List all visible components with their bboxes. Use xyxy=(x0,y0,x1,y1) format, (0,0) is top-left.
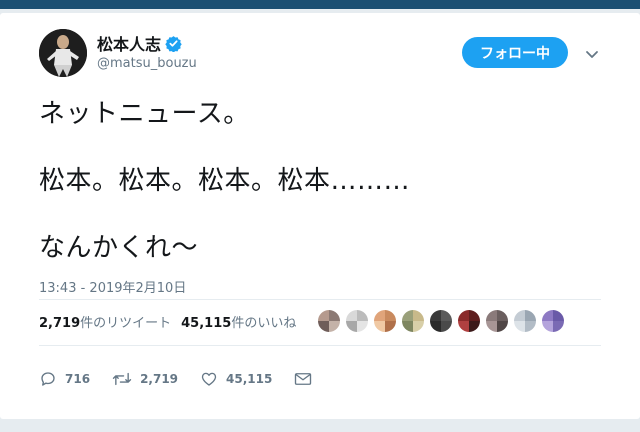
divider xyxy=(39,345,601,346)
like-button[interactable]: 45,115 xyxy=(200,370,272,388)
envelope-icon xyxy=(294,371,312,387)
heart-icon xyxy=(200,370,218,388)
like-count: 45,115 xyxy=(226,372,273,386)
engagement-stats: 2,719件のリツイート 45,115件のいいね xyxy=(39,312,296,331)
tweet-timestamp[interactable]: 13:43 - 2019年2月10日 xyxy=(39,277,186,296)
user-handle[interactable]: @matsu_bouzu xyxy=(97,56,197,71)
divider xyxy=(39,299,601,300)
retweet-button[interactable]: 2,719 xyxy=(112,370,178,388)
follow-button[interactable]: フォロー中 xyxy=(462,37,568,68)
retweet-count: 2,719 xyxy=(140,372,179,386)
liker-avatar[interactable] xyxy=(374,310,396,332)
display-name-text: 松本人志 xyxy=(97,35,162,54)
reply-count: 716 xyxy=(65,372,91,386)
retweet-stat[interactable]: 2,719件のリツイート xyxy=(39,316,171,331)
liker-avatar[interactable] xyxy=(402,310,424,332)
top-navigation-bar xyxy=(0,0,640,9)
tweet-text-line: ネットニュース。 xyxy=(39,99,250,129)
reply-icon xyxy=(39,370,57,388)
liker-avatar[interactable] xyxy=(486,310,508,332)
liker-avatars xyxy=(318,310,564,332)
liker-avatar[interactable] xyxy=(346,310,368,332)
tweet-text-line: 松本。松本。松本。松本……… xyxy=(39,166,411,196)
chevron-down-icon[interactable] xyxy=(584,46,600,62)
retweet-icon xyxy=(112,370,132,388)
reply-button[interactable]: 716 xyxy=(39,370,90,388)
liker-avatar[interactable] xyxy=(430,310,452,332)
retweet-stat-count: 2,719 xyxy=(39,316,81,331)
liker-avatar[interactable] xyxy=(458,310,480,332)
display-name[interactable]: 松本人志 xyxy=(97,31,182,55)
liker-avatar[interactable] xyxy=(514,310,536,332)
verified-badge-icon xyxy=(165,35,182,52)
tweet-action-bar: 716 2,719 45,115 xyxy=(39,370,334,388)
like-stat[interactable]: 45,115件のいいね xyxy=(181,316,296,331)
like-stat-label: 件のいいね xyxy=(231,316,297,331)
avatar[interactable] xyxy=(39,29,87,77)
direct-message-button[interactable] xyxy=(294,371,312,387)
tweet-card xyxy=(0,13,640,419)
tweet-text-line: なんかくれ〜 xyxy=(39,233,199,263)
liker-avatar[interactable] xyxy=(318,310,340,332)
retweet-stat-label: 件のリツイート xyxy=(80,316,172,331)
like-stat-count: 45,115 xyxy=(181,316,232,331)
liker-avatar[interactable] xyxy=(542,310,564,332)
